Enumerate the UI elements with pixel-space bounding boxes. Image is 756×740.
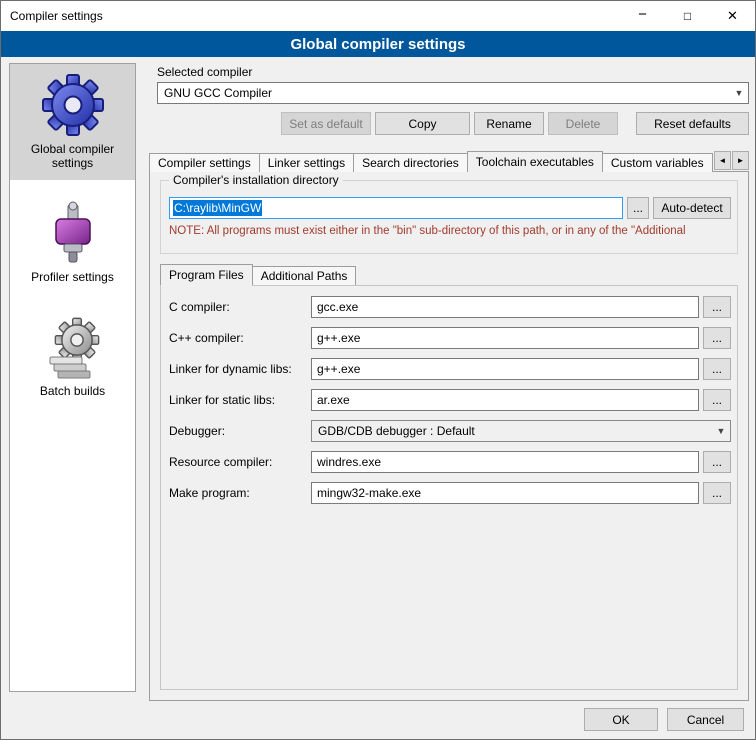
tab-toolchain-executables[interactable]: Toolchain executables xyxy=(467,151,603,172)
arrow-right-icon: ► xyxy=(737,156,745,165)
sidebar-item-global-compiler-settings[interactable]: Global compiler settings xyxy=(10,64,135,180)
sidebar-item-label: Batch builds xyxy=(13,382,132,398)
browse-static-linker-button[interactable]: ... xyxy=(703,389,731,411)
tab-linker-settings[interactable]: Linker settings xyxy=(259,153,354,172)
c-compiler-input[interactable] xyxy=(311,296,699,318)
field-row-debugger: Debugger: GDB/CDB debugger : Default ▼ xyxy=(169,420,731,442)
settings-tabstrip: Compiler settings Linker settings Search… xyxy=(149,150,749,172)
field-row-dynamic-linker: Linker for dynamic libs: ... xyxy=(169,358,731,380)
subtab-program-files[interactable]: Program Files xyxy=(160,264,253,286)
installation-directory-group-title: Compiler's installation directory xyxy=(169,173,343,187)
cpp-compiler-input[interactable] xyxy=(311,327,699,349)
static-linker-input[interactable] xyxy=(311,389,699,411)
resource-compiler-input[interactable] xyxy=(311,451,699,473)
tab-build-options[interactable]: Buil xyxy=(712,153,713,172)
set-as-default-button: Set as default xyxy=(281,112,371,135)
sidebar-item-batch-builds[interactable]: Batch builds xyxy=(10,306,135,408)
compiler-actions: Set as default Copy Rename Delete Reset … xyxy=(157,112,749,135)
gray-gear-stack-icon xyxy=(13,312,132,382)
sidebar-item-profiler-settings[interactable]: Profiler settings xyxy=(10,192,135,294)
chevron-down-icon: ▼ xyxy=(730,88,748,98)
field-row-cpp-compiler: C++ compiler: ... xyxy=(169,327,731,349)
reset-defaults-button[interactable]: Reset defaults xyxy=(636,112,749,135)
minimize-icon: − xyxy=(638,6,647,23)
delete-button: Delete xyxy=(548,112,618,135)
compiler-select-value: GNU GCC Compiler xyxy=(164,86,730,100)
tab-scroll-buttons: ◄ ► xyxy=(714,151,749,170)
debugger-select[interactable]: GDB/CDB debugger : Default ▼ xyxy=(311,420,731,442)
rename-button[interactable]: Rename xyxy=(474,112,544,135)
minimize-button[interactable]: − xyxy=(620,1,665,31)
gear-blue-icon xyxy=(13,70,132,140)
installation-directory-group: Compiler's installation directory C:\ray… xyxy=(160,180,738,254)
browse-c-compiler-button[interactable]: ... xyxy=(703,296,731,318)
chevron-down-icon: ▼ xyxy=(712,426,730,436)
resource-compiler-label: Resource compiler: xyxy=(169,451,272,473)
installation-directory-value: C:\raylib\MinGW xyxy=(173,200,262,216)
tabs-scroll-area: Compiler settings Linker settings Search… xyxy=(149,151,713,172)
page-title: Global compiler settings xyxy=(1,31,755,57)
maximize-button[interactable]: □ xyxy=(665,1,710,31)
window-title: Compiler settings xyxy=(1,9,103,23)
debugger-label: Debugger: xyxy=(169,420,225,442)
field-row-static-linker: Linker for static libs: ... xyxy=(169,389,731,411)
profiler-tool-icon xyxy=(13,198,132,268)
auto-detect-button[interactable]: Auto-detect xyxy=(653,197,731,219)
bin-subdirectory-note: NOTE: All programs must exist either in … xyxy=(169,225,737,237)
installation-directory-input[interactable]: C:\raylib\MinGW xyxy=(169,197,623,219)
subtab-additional-paths[interactable]: Additional Paths xyxy=(252,266,357,285)
browse-resource-compiler-button[interactable]: ... xyxy=(703,451,731,473)
titlebar[interactable]: Compiler settings − □ ✕ xyxy=(1,1,755,31)
browse-directory-button[interactable]: ... xyxy=(627,197,649,219)
ok-button[interactable]: OK xyxy=(584,708,658,731)
dynamic-linker-label: Linker for dynamic libs: xyxy=(169,358,292,380)
settings-category-sidebar: Global compiler settings Profiler xyxy=(9,63,136,692)
dialog-footer: OK Cancel xyxy=(584,708,744,731)
compiler-select[interactable]: GNU GCC Compiler ▼ xyxy=(157,82,749,104)
dynamic-linker-input[interactable] xyxy=(311,358,699,380)
sidebar-item-label: Profiler settings xyxy=(13,268,132,284)
field-row-resource-compiler: Resource compiler: ... xyxy=(169,451,731,473)
tab-scroll-right-button[interactable]: ► xyxy=(732,151,749,170)
installation-directory-row: C:\raylib\MinGW ... Auto-detect xyxy=(169,197,731,219)
tab-custom-variables[interactable]: Custom variables xyxy=(602,153,713,172)
cancel-button[interactable]: Cancel xyxy=(667,708,744,731)
copy-button[interactable]: Copy xyxy=(375,112,470,135)
browse-make-program-button[interactable]: ... xyxy=(703,482,731,504)
c-compiler-label: C compiler: xyxy=(169,296,230,318)
toolchain-executables-panel: Compiler's installation directory C:\ray… xyxy=(149,171,749,701)
tab-scroll-left-button[interactable]: ◄ xyxy=(714,151,731,170)
field-row-make-program: Make program: ... xyxy=(169,482,731,504)
program-files-tabstrip: Program Files Additional Paths xyxy=(160,264,355,285)
arrow-left-icon: ◄ xyxy=(719,156,727,165)
program-files-panel: C compiler: ... C++ compiler: ... Linker… xyxy=(160,285,738,690)
static-linker-label: Linker for static libs: xyxy=(169,389,275,411)
tab-compiler-settings[interactable]: Compiler settings xyxy=(149,153,260,172)
field-row-c-compiler: C compiler: ... xyxy=(169,296,731,318)
selected-compiler-label: Selected compiler xyxy=(157,65,252,79)
make-program-input[interactable] xyxy=(311,482,699,504)
browse-cpp-compiler-button[interactable]: ... xyxy=(703,327,731,349)
compiler-settings-dialog: Compiler settings − □ ✕ Global compiler … xyxy=(0,0,756,740)
sidebar-item-label: Global compiler settings xyxy=(13,140,132,170)
window-controls: − □ ✕ xyxy=(620,1,755,31)
browse-dynamic-linker-button[interactable]: ... xyxy=(703,358,731,380)
make-program-label: Make program: xyxy=(169,482,250,504)
close-button[interactable]: ✕ xyxy=(710,1,755,31)
tab-search-directories[interactable]: Search directories xyxy=(353,153,468,172)
maximize-icon: □ xyxy=(684,9,691,23)
debugger-select-value: GDB/CDB debugger : Default xyxy=(318,424,712,438)
cpp-compiler-label: C++ compiler: xyxy=(169,327,244,349)
close-icon: ✕ xyxy=(727,8,738,24)
